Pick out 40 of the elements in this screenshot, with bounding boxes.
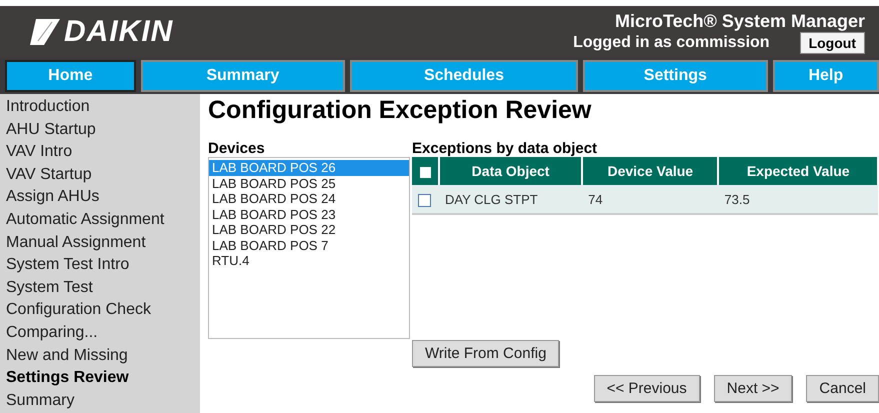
sidebar-item[interactable]: VAV Startup: [6, 164, 200, 186]
wizard-button[interactable]: Next >>: [714, 375, 792, 402]
device-item[interactable]: LAB BOARD POS 25: [209, 176, 409, 191]
column-header: Data Object: [439, 157, 582, 185]
device-item[interactable]: LAB BOARD POS 22: [209, 222, 409, 238]
logo-text: DAIKIN: [64, 15, 174, 49]
row-checkbox[interactable]: [418, 194, 431, 207]
sidebar-item[interactable]: Manual Assignment: [6, 232, 200, 254]
login-status: Logged in as commission: [573, 34, 770, 52]
devices-heading: Devices: [208, 140, 266, 156]
sidebar-item[interactable]: New and Missing: [6, 344, 200, 368]
sidebar-item[interactable]: System Test: [6, 276, 200, 300]
device-item[interactable]: LAB BOARD POS 24: [209, 191, 409, 206]
device-item[interactable]: RTU.4: [209, 253, 409, 268]
sidebar-item[interactable]: Comparing...: [6, 322, 200, 345]
device-item[interactable]: LAB BOARD POS 23: [209, 206, 409, 222]
sidebar-item[interactable]: Introduction: [6, 96, 200, 119]
sidebar-item[interactable]: Settings Review: [6, 367, 200, 390]
sidebar-item[interactable]: Configuration Check: [6, 299, 200, 322]
sidebar-item[interactable]: Assign AHUs: [6, 186, 200, 209]
select-all-checkbox[interactable]: [420, 166, 430, 178]
sidebar-item[interactable]: Summary: [6, 390, 200, 412]
sidebar-item[interactable]: AHU Startup: [6, 118, 200, 142]
sidebar-item[interactable]: Automatic Assignment: [6, 208, 200, 232]
column-header: Expected Value: [718, 157, 878, 185]
logout-button[interactable]: Logout: [800, 32, 865, 54]
wizard-button[interactable]: << Previous: [594, 375, 700, 402]
write-from-config-button[interactable]: Write From Config: [412, 340, 560, 367]
logo-icon: [30, 19, 60, 45]
table-cell: DAY CLG STPT: [439, 185, 582, 214]
exceptions-heading: Exceptions by data object: [412, 140, 598, 156]
sidebar-item[interactable]: System Test Intro: [6, 254, 200, 277]
device-item[interactable]: LAB BOARD POS 7: [209, 238, 409, 253]
table-cell: 74: [582, 185, 718, 214]
sidebar-item[interactable]: VAV Intro: [6, 141, 200, 164]
app-title: MicroTech® System Manager: [614, 10, 865, 32]
column-header: Device Value: [582, 157, 718, 185]
table-cell: 73.5: [718, 185, 878, 214]
page-title: Configuration Exception Review: [208, 96, 592, 126]
wizard-button[interactable]: Cancel: [806, 375, 879, 402]
